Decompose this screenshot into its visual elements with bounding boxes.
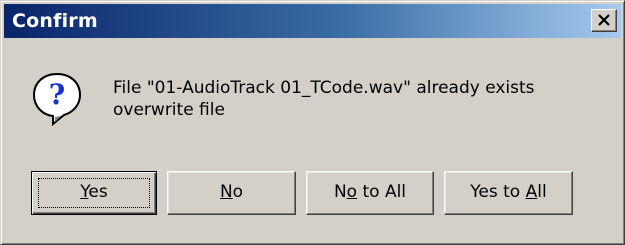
no-to-all-button[interactable]: No to All [306,171,434,215]
close-icon [598,14,610,26]
yes-to-all-button-label: Yes to All [470,182,547,202]
window-title: Confirm [12,10,98,32]
message-text: File "01-AudioTrack 01_TCode.wav" alread… [113,77,535,121]
title-bar[interactable]: Confirm [4,4,621,38]
close-button[interactable] [591,9,617,32]
confirm-dialog: Confirm ? File "01-AudioTrack 01_TCode.w… [0,0,625,245]
yes-to-all-button[interactable]: Yes to All [444,171,573,215]
yes-button[interactable]: Yes [31,171,157,215]
question-icon: ? [32,72,82,127]
yes-button-label: Yes [80,182,108,202]
no-button[interactable]: No [167,171,296,215]
svg-text:?: ? [49,78,65,111]
no-to-all-button-label: No to All [333,182,407,202]
message-line-1: File "01-AudioTrack 01_TCode.wav" alread… [113,78,535,98]
no-button-label: No [219,182,244,202]
message-line-2: overwrite file [113,100,225,120]
